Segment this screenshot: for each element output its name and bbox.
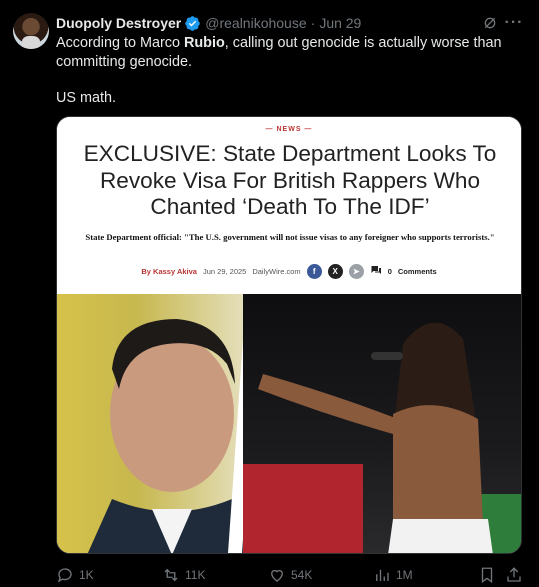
x-logo-icon: X [327,263,343,279]
verified-badge-icon [184,15,201,32]
attached-image[interactable]: — NEWS — EXCLUSIVE: State Department Loo… [56,116,522,554]
article-site: DailyWire.com [252,266,301,276]
views-button[interactable]: 1M [373,565,413,585]
post-date[interactable]: Jun 29 [319,15,361,31]
share-button[interactable] [505,565,523,585]
comment-count: 0 [387,266,392,276]
mention-rubio: Rubio [183,35,225,51]
author-handle[interactable]: @realnikohouse [205,15,306,31]
article-photo [57,294,521,553]
article-header: — NEWS — EXCLUSIVE: State Department Loo… [57,117,521,294]
more-options-icon[interactable]: ··· [504,13,524,33]
analytics-icon [376,569,389,581]
separator-dot: · [310,15,316,31]
article-date: Jun 29, 2025 [202,266,247,276]
reply-count: 1K [79,568,94,582]
comment-bubble-icon [370,265,382,278]
like-button[interactable]: 54K [268,565,312,585]
repost-button[interactable]: 11K [162,565,205,585]
tweet-header: Duopoly Destroyer @realnikohouse · Jun 2… [56,14,361,32]
like-count: 54K [291,568,313,582]
post-text: According to Marco Rubio, calling out ge… [56,34,526,108]
share-icon [507,567,521,582]
comments-label: Comments [397,266,437,276]
post-paragraph-1: According to Marco Rubio, calling out ge… [56,35,502,70]
reply-button[interactable]: 1K [56,565,94,585]
photo-left-portrait [57,294,257,553]
avatar[interactable] [13,13,49,49]
views-count: 1M [396,568,413,582]
photo-right-performer [243,294,521,553]
repost-icon [164,568,178,582]
author-name[interactable]: Duopoly Destroyer [56,15,181,31]
article-subhead: State Department official: "The U.S. gov… [85,232,495,242]
reply-icon [57,568,72,583]
article-author: By Kassy Akiva [141,266,197,276]
grok-icon[interactable] [480,13,500,33]
bookmark-icon [481,567,493,584]
article-section: — NEWS — [265,126,313,133]
bookmark-button[interactable] [478,565,496,585]
repost-count: 11K [185,568,206,582]
heart-icon [271,569,283,582]
post-paragraph-2: US math. [56,90,116,106]
article-byline: By Kassy Akiva Jun 29, 2025 DailyWire.co… [57,263,521,279]
facebook-icon: f [306,263,322,279]
tweet[interactable]: Duopoly Destroyer @realnikohouse · Jun 2… [0,0,539,587]
telegram-icon: ➤ [348,263,364,279]
article-headline: EXCLUSIVE: State Department Looks To Rev… [83,141,497,219]
